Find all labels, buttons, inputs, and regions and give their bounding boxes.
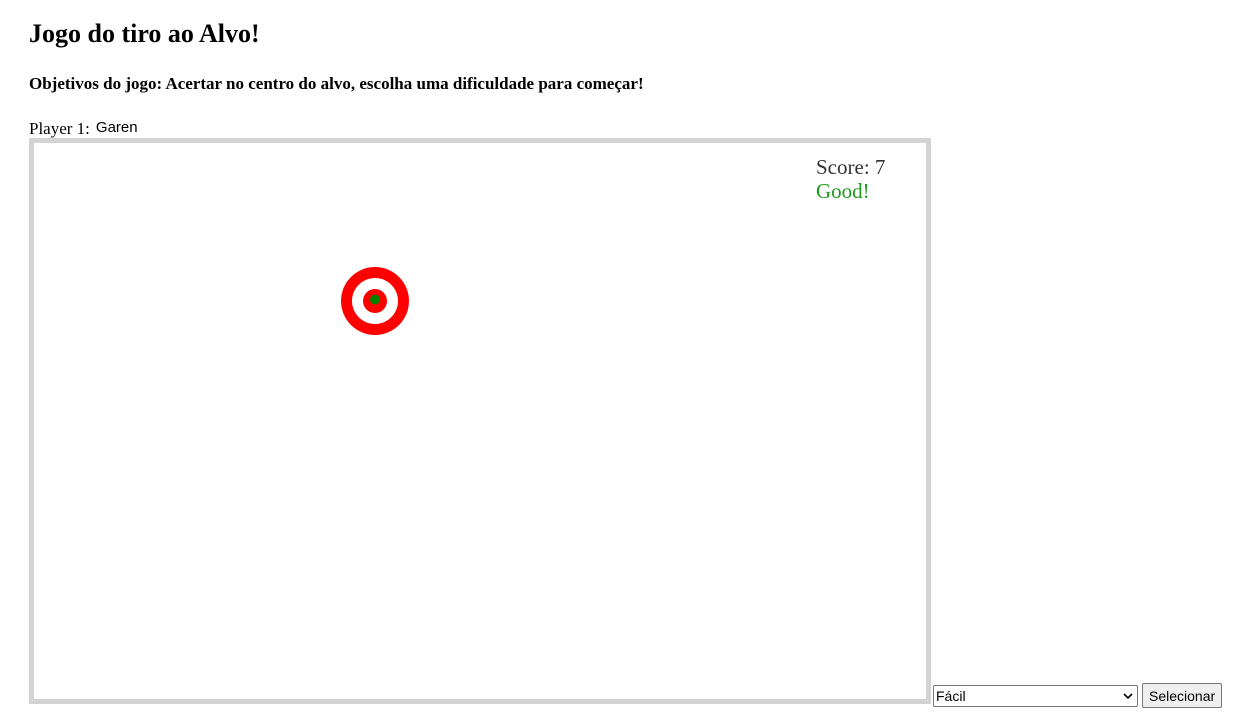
- player-row: Player 1: Garen: [29, 116, 138, 138]
- select-button[interactable]: Selecionar: [1142, 683, 1223, 708]
- player-name: Garen: [95, 119, 138, 136]
- game-canvas[interactable]: Score: 7 Good!: [29, 138, 931, 704]
- target[interactable]: [340, 266, 410, 336]
- score-display: Score: 7: [816, 155, 886, 179]
- player-label: Player 1:: [29, 119, 90, 138]
- difficulty-select[interactable]: Fácil: [933, 684, 1138, 707]
- difficulty-controls: Fácil Selecionar: [933, 683, 1223, 708]
- target-bullseye: [370, 294, 380, 305]
- game-objective: Objetivos do jogo: Acertar no centro do …: [29, 74, 644, 93]
- difficulty-selected-value: Fácil: [936, 687, 966, 704]
- page-title: Jogo do tiro ao Alvo!: [29, 19, 260, 48]
- hit-feedback: Good!: [816, 179, 870, 203]
- chevron-down-icon: [1122, 690, 1134, 702]
